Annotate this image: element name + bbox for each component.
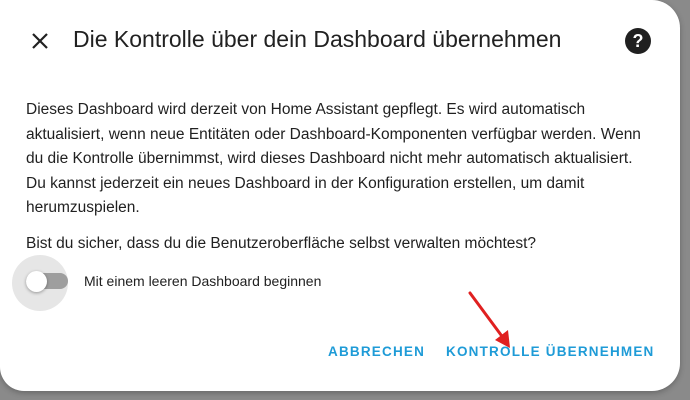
empty-dashboard-toggle-label[interactable]: Mit einem leeren Dashboard beginnen — [84, 273, 321, 289]
cancel-button[interactable]: ABBRECHEN — [328, 344, 425, 359]
dialog-content: Dieses Dashboard wird derzeit von Home A… — [26, 98, 656, 257]
dialog-question: Bist du sicher, dass du die Benutzerober… — [26, 234, 537, 252]
help-button[interactable]: ? — [625, 28, 651, 54]
take-control-dialog: Die Kontrolle über dein Dashboard überne… — [0, 0, 680, 391]
close-icon — [32, 33, 48, 49]
dialog-title: Die Kontrolle über dein Dashboard überne… — [73, 26, 562, 52]
help-circle-icon: ? — [632, 31, 644, 51]
take-control-button[interactable]: KONTROLLE ÜBERNEHMEN — [446, 344, 655, 359]
toggle-knob — [26, 271, 47, 292]
dialog-description: Dieses Dashboard wird derzeit von Home A… — [26, 101, 641, 217]
close-button[interactable] — [25, 26, 55, 56]
